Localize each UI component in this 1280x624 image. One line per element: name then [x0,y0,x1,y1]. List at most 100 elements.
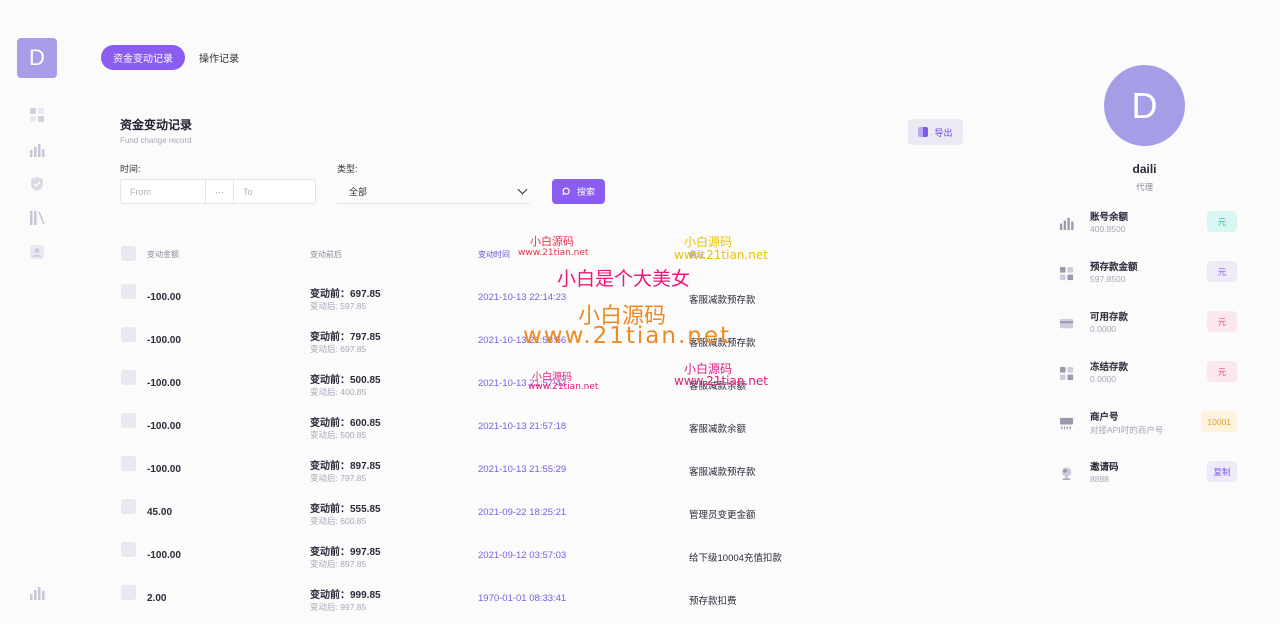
date-to-input[interactable]: To [234,187,253,197]
stats-footer-icon[interactable] [28,584,46,602]
date-range-picker[interactable]: From ··· To [120,179,316,204]
terminal-icon [1058,415,1074,431]
stat-item: 邀请码 8888 复制 [1056,459,1246,493]
left-nav: D [0,0,74,624]
date-range-separator: ··· [205,180,234,203]
stat-label: 预存款金额 [1090,262,1138,273]
row-amount: -100.00 [147,421,181,432]
stat-label: 账号余额 [1090,212,1129,223]
stat-label: 可用存款 [1090,312,1129,323]
row-checkbox[interactable] [121,499,136,514]
page-title: 资金变动记录 [120,118,193,132]
shield-icon[interactable] [28,175,46,193]
row-checkbox[interactable] [121,284,136,299]
stat-item: 冻结存款 0.0000 元 [1056,359,1246,393]
row-before: 变动前：600.85 [310,418,381,429]
export-icon [918,127,929,137]
avatar[interactable]: D [1104,65,1185,146]
app-root: D 资金变动记录 操作记录 资金变动记录 Fund change record … [0,0,1280,624]
col-before-after[interactable]: 变动前后 [310,249,342,260]
row-after: 变动后: 897.85 [310,559,367,569]
username: daili [1132,162,1157,176]
date-from-input[interactable]: From [121,187,205,197]
stat-label: 冻结存款 [1090,362,1129,373]
stat-label: 邀请码 [1090,462,1119,473]
stat-badge: 10001 [1201,411,1237,432]
row-checkbox[interactable] [121,370,136,385]
row-time: 2021-10-13 22:14:23 [478,292,567,303]
row-before: 变动前：500.85 [310,375,381,386]
user-badge-icon[interactable] [28,243,46,261]
row-before: 变动前：999.85 [310,590,381,601]
tab-fund-records[interactable]: 资金变动记录 [101,45,185,70]
row-amount: 45.00 [147,507,173,518]
bar-chart-icon[interactable] [28,141,46,159]
table-row[interactable]: 45.00 变动前：555.85 变动后: 600.85 2021-09-22 18:… [120,497,820,537]
row-before: 变动前：997.85 [310,547,381,558]
time-filter-label: 时间: [120,164,141,174]
type-select[interactable]: 全部 [337,179,530,204]
export-label: 导出 [934,127,953,138]
row-after: 变动后: 400.85 [310,387,367,397]
col-time[interactable]: 变动时间 [478,249,510,260]
select-all-checkbox[interactable] [121,246,136,261]
search-icon [562,187,570,195]
table-row[interactable]: -100.00 变动前：697.85 变动后: 597.85 2021-10-13 2… [120,282,820,322]
stat-badge: 元 [1207,311,1237,332]
search-button[interactable]: 搜索 [552,179,605,204]
globe-icon [1058,465,1074,481]
col-amount[interactable]: 变动金额 [147,249,179,260]
stat-item: 可用存款 0.0000 元 [1056,309,1246,343]
stat-badge: 元 [1207,261,1237,282]
search-label: 搜索 [576,187,595,197]
row-after: 变动后: 500.85 [310,430,367,440]
table-header: 变动金额 变动前后 变动时间 备注 [120,245,820,263]
stat-label: 商户号 [1090,412,1119,423]
dashboard-grid-icon[interactable] [28,106,46,124]
row-before: 变动前：897.85 [310,461,381,472]
table-row[interactable]: 2.00 变动前：999.85 变动后: 997.85 1970-01-01 08:3… [120,583,820,623]
table-row[interactable]: -100.00 变动前：797.85 变动后: 697.85 2021-10-13 2… [120,325,820,365]
chevron-down-icon [517,184,528,194]
library-icon[interactable] [28,209,46,227]
row-checkbox[interactable] [121,585,136,600]
row-after: 变动后: 597.85 [310,301,367,311]
row-checkbox[interactable] [121,327,136,342]
stat-value: 597.8500 [1090,274,1126,284]
table-row[interactable]: -100.00 变动前：997.85 变动后: 897.85 2021-09-12 0… [120,540,820,580]
col-note[interactable]: 备注 [689,249,705,260]
row-amount: -100.00 [147,292,181,303]
grid-icon [1058,265,1074,281]
row-time: 2021-10-13 21:58:56 [478,335,567,346]
row-note: 客服减款预存款 [689,467,756,478]
bar-chart-icon [1058,215,1074,231]
stat-item: 预存款金额 597.8500 元 [1056,259,1246,293]
row-amount: -100.00 [147,550,181,561]
row-checkbox[interactable] [121,456,136,471]
row-after: 变动后: 600.85 [310,516,367,526]
type-filter-label: 类型: [337,164,358,174]
tab-operation-records[interactable]: 操作记录 [197,45,241,70]
row-amount: -100.00 [147,335,181,346]
row-amount: -100.00 [147,464,181,475]
row-time: 2021-09-22 18:25:21 [478,507,567,518]
stat-value: 0.0000 [1090,374,1116,384]
table-row[interactable]: -100.00 变动前：600.85 变动后: 500.85 2021-10-13 2… [120,411,820,451]
row-time: 1970-01-01 08:33:41 [478,593,567,604]
row-note: 客服减款余额 [689,381,747,392]
row-checkbox[interactable] [121,413,136,428]
table-row[interactable]: -100.00 变动前：897.85 变动后: 797.85 2021-10-13 2… [120,454,820,494]
type-select-value: 全部 [349,186,368,197]
stat-item: 商户号对接API时的商户号 10001 [1056,409,1246,443]
stat-value: 对接API时的商户号 [1090,425,1164,435]
brand-logo[interactable]: D [17,38,57,78]
table-row[interactable]: -100.00 变动前：500.85 变动后: 400.85 2021-10-13 2… [120,368,820,408]
stat-badge[interactable]: 复制 [1207,461,1237,482]
row-amount: 2.00 [147,593,167,604]
row-before: 变动前：697.85 [310,289,381,300]
row-amount: -100.00 [147,378,181,389]
stat-item: 账号余额 400.8500 元 [1056,209,1246,243]
export-button[interactable]: 导出 [908,119,963,145]
row-checkbox[interactable] [121,542,136,557]
row-before: 变动前：555.85 [310,504,381,515]
